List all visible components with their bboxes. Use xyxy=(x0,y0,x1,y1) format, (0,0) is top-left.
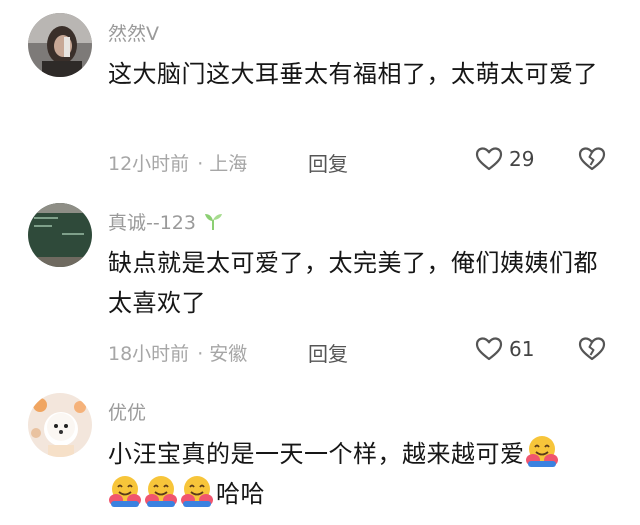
like-count: 29 xyxy=(509,147,535,171)
meta-separator: · xyxy=(197,153,204,175)
heart-icon xyxy=(475,147,503,171)
comment-time: 18小时前 xyxy=(108,343,190,365)
user-photo-avatar-icon xyxy=(28,13,92,77)
like-button[interactable]: 61 xyxy=(475,336,534,362)
meta-separator: · xyxy=(197,343,204,365)
broken-heart-icon xyxy=(578,337,606,361)
username[interactable]: 真诚--123 xyxy=(108,208,224,235)
comment-text: 这大脑门这大耳垂太有福相了，太萌太可爱了 xyxy=(108,60,598,88)
sprout-icon xyxy=(205,214,223,230)
comment-time: 12小时前 xyxy=(108,153,190,175)
comment-text: 缺点就是太可爱了，太完美了，俺们姨姨们都太喜欢了 xyxy=(108,249,598,317)
like-button[interactable]: 29 xyxy=(475,146,534,172)
hugging-face-emoji-icon xyxy=(525,436,558,467)
puppy-avatar-icon xyxy=(28,393,92,457)
hugging-face-emoji-icon xyxy=(145,476,177,507)
user-avatar[interactable] xyxy=(28,13,92,77)
chalkboard-avatar-icon xyxy=(28,203,92,267)
username[interactable]: 然然V xyxy=(108,19,159,46)
user-avatar[interactable] xyxy=(28,393,92,457)
user-avatar[interactable] xyxy=(28,203,92,267)
comment-text-body: 小汪宝真的是一天一个样，越来越可爱 xyxy=(108,440,525,468)
hugging-face-emoji-icon xyxy=(109,476,141,507)
username-text: 真诚--123 xyxy=(108,212,196,234)
reply-button[interactable]: 回复 xyxy=(308,148,348,177)
comment-location: 上海 xyxy=(209,153,248,175)
heart-icon xyxy=(475,337,503,361)
hugging-face-emoji-icon xyxy=(181,476,213,507)
comment-meta: 18小时前 · 安徽 xyxy=(108,339,247,366)
broken-heart-icon xyxy=(578,147,606,171)
comment-text: 小汪宝真的是一天一个样，越来越可爱 哈哈 xyxy=(108,434,618,514)
reply-button[interactable]: 回复 xyxy=(308,338,348,367)
dislike-button[interactable] xyxy=(578,336,606,366)
username[interactable]: 优优 xyxy=(108,398,146,425)
comment-meta: 12小时前 · 上海 xyxy=(108,149,247,176)
comment-text-end: 哈哈 xyxy=(216,480,265,508)
comment-location: 安徽 xyxy=(209,343,248,365)
dislike-button[interactable] xyxy=(578,146,606,176)
like-count: 61 xyxy=(509,337,535,361)
